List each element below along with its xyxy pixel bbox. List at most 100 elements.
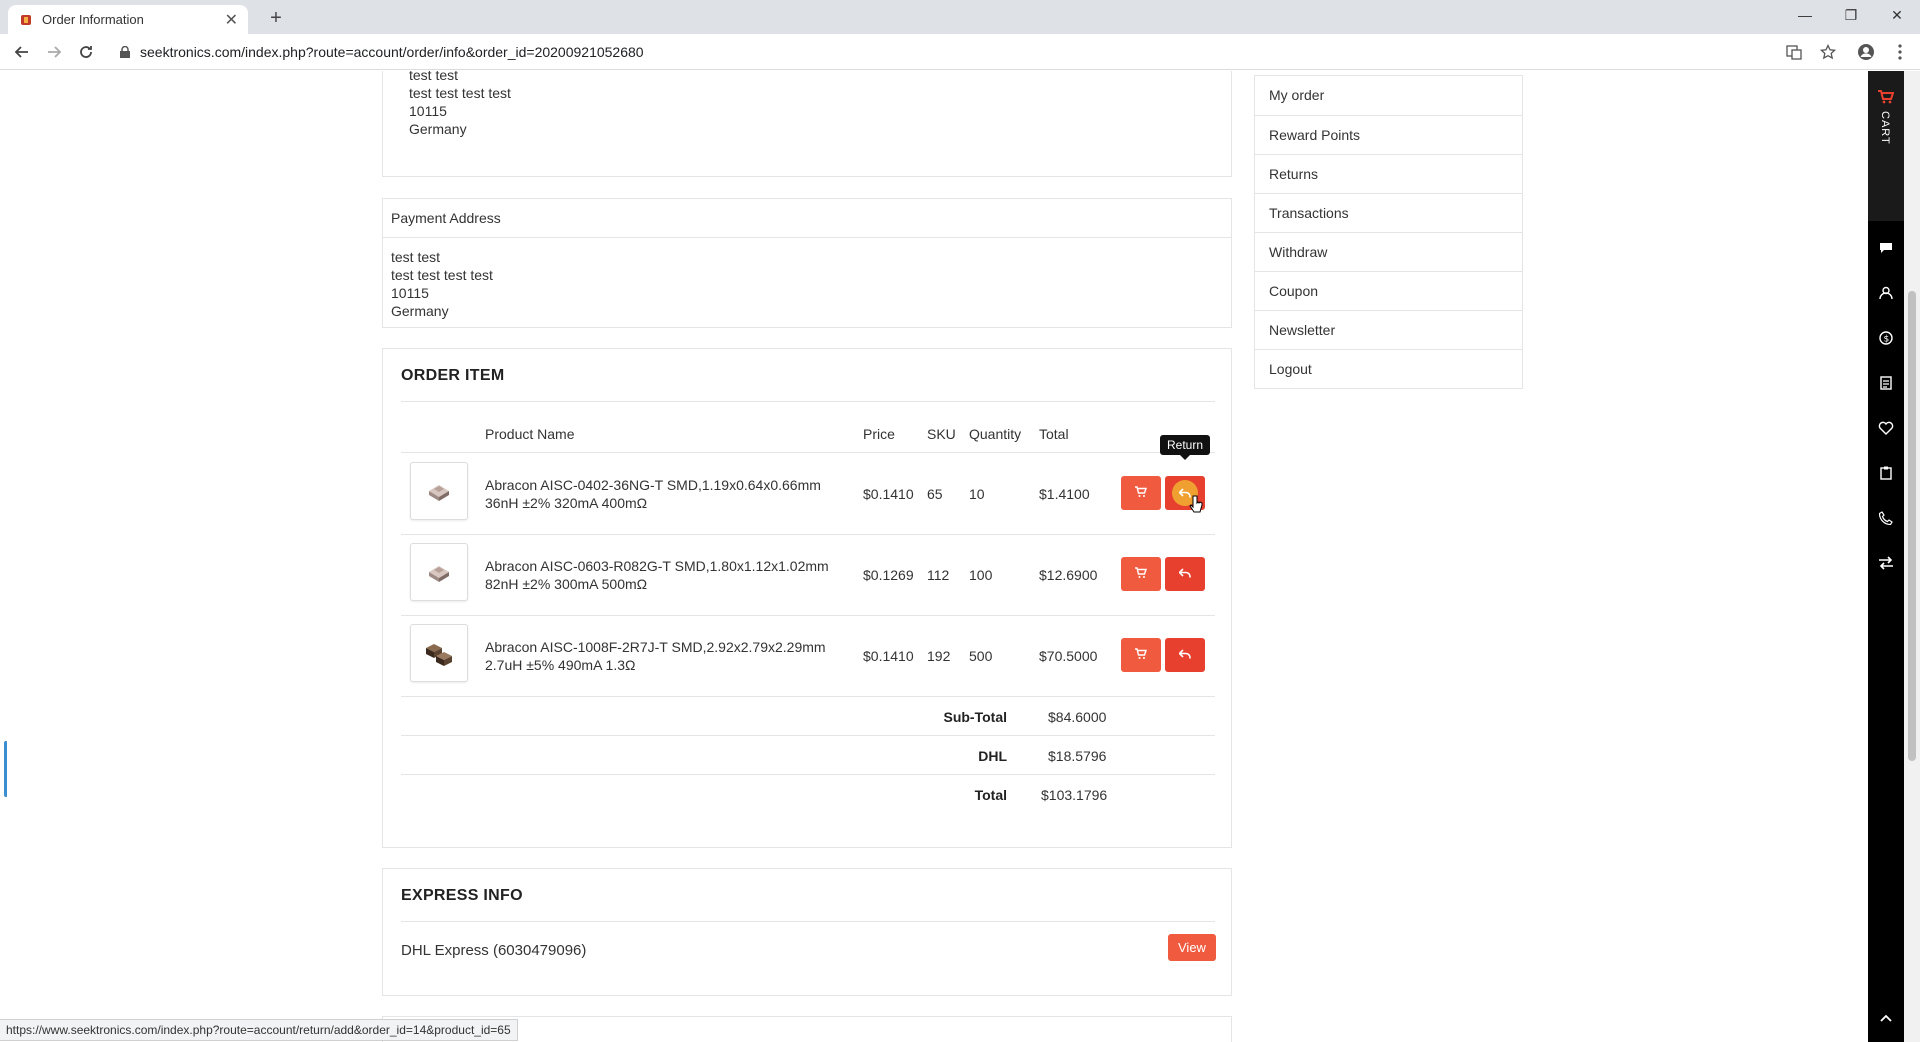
header-total: Total	[1039, 426, 1069, 442]
return-tooltip: Return	[1160, 435, 1211, 460]
browser-tab[interactable]: Order Information ✕	[8, 5, 248, 34]
product-thumbnail[interactable]	[410, 462, 468, 520]
subtotal-value: $84.6000	[1048, 709, 1107, 725]
page-scrollbar[interactable]	[1904, 71, 1920, 1042]
reload-icon[interactable]	[74, 40, 98, 64]
document-icon[interactable]	[1876, 373, 1896, 393]
divider	[401, 696, 1215, 697]
return-arrow-icon	[1178, 647, 1191, 663]
item-price: $0.1410	[863, 486, 914, 502]
header-quantity: Quantity	[969, 426, 1022, 442]
item-total: $70.5000	[1039, 648, 1098, 664]
menu-item-returns[interactable]: Returns	[1255, 154, 1522, 193]
feedback-tab[interactable]	[4, 741, 8, 797]
order-item-panel: ORDER ITEM Product Name Price SKU Quanti…	[382, 348, 1232, 848]
item-total: $1.4100	[1039, 486, 1090, 502]
status-bar-url: https://www.seektronics.com/index.php?ro…	[0, 1019, 518, 1041]
shipping-line-3: Germany	[409, 121, 467, 137]
product-thumbnail[interactable]	[410, 543, 468, 601]
divider	[401, 774, 1215, 775]
product-name[interactable]: Abracon AISC-1008F-2R7J-T SMD,2.92x2.79x…	[485, 638, 826, 674]
menu-item-my-order[interactable]: My order	[1255, 76, 1522, 115]
divider	[401, 452, 1215, 453]
menu-kebab-icon[interactable]	[1888, 40, 1912, 64]
address-bar[interactable]: seektronics.com/index.php?route=account/…	[106, 38, 1846, 66]
account-menu: My order Reward Points Returns Transacti…	[1254, 75, 1523, 389]
divider	[401, 615, 1215, 616]
divider	[401, 921, 1215, 922]
payment-line-3: Germany	[391, 303, 449, 319]
back-to-top-icon[interactable]	[1876, 1008, 1896, 1028]
product-name[interactable]: Abracon AISC-0603-R082G-T SMD,1.80x1.12x…	[485, 557, 829, 593]
browser-toolbar: seektronics.com/index.php?route=account/…	[0, 34, 1920, 70]
side-cart[interactable]: CART	[1868, 71, 1904, 221]
scrollbar-thumb[interactable]	[1908, 291, 1916, 761]
shipping-line-0: test test	[409, 71, 459, 83]
translate-icon[interactable]	[1782, 40, 1806, 64]
user-icon[interactable]	[1876, 283, 1896, 303]
cart-icon	[1135, 647, 1147, 663]
page-content: test test test test test test 10115 Germ…	[0, 71, 1920, 1042]
return-button[interactable]	[1165, 638, 1205, 672]
payment-line-2: 10115	[391, 285, 429, 301]
menu-item-newsletter[interactable]: Newsletter	[1255, 310, 1522, 349]
product-thumbnail[interactable]	[410, 624, 468, 682]
swap-icon[interactable]	[1876, 553, 1896, 573]
total-label: Total	[974, 787, 1007, 803]
forward-icon[interactable]	[42, 40, 66, 64]
view-tracking-button[interactable]: View	[1168, 934, 1216, 961]
item-quantity: 100	[969, 567, 993, 583]
menu-item-reward-points[interactable]: Reward Points	[1255, 115, 1522, 154]
shipping-label: DHL	[978, 748, 1007, 764]
close-window-icon[interactable]: ✕	[1874, 0, 1920, 30]
express-carrier: DHL Express (6030479096)	[401, 942, 587, 959]
cart-icon	[1135, 566, 1147, 582]
minimize-icon[interactable]: —	[1782, 0, 1828, 30]
return-button[interactable]	[1165, 557, 1205, 591]
reorder-button[interactable]	[1121, 638, 1161, 672]
shipping-address-panel: test test test test test test 10115 Germ…	[382, 71, 1232, 177]
url-text: seektronics.com/index.php?route=account/…	[140, 44, 644, 60]
menu-item-transactions[interactable]: Transactions	[1255, 193, 1522, 232]
divider	[401, 735, 1215, 736]
new-tab-icon[interactable]: +	[262, 5, 290, 31]
tab-title: Order Information	[42, 12, 144, 27]
browser-tab-bar: Order Information ✕ + — ❐ ✕	[0, 0, 1920, 34]
cart-icon	[1876, 87, 1896, 107]
phone-icon[interactable]	[1876, 508, 1896, 528]
menu-item-coupon[interactable]: Coupon	[1255, 271, 1522, 310]
side-toolbar: CART $	[1868, 71, 1904, 1042]
divider	[401, 401, 1215, 402]
item-quantity: 500	[969, 648, 993, 664]
cart-icon	[1135, 485, 1147, 501]
item-quantity: 10	[969, 486, 985, 502]
reorder-button[interactable]	[1121, 476, 1161, 510]
menu-item-withdraw[interactable]: Withdraw	[1255, 232, 1522, 271]
header-sku: SKU	[927, 426, 956, 442]
back-icon[interactable]	[10, 40, 34, 64]
menu-item-logout[interactable]: Logout	[1255, 349, 1522, 388]
close-tab-icon[interactable]: ✕	[225, 10, 238, 30]
restore-icon[interactable]: ❐	[1828, 0, 1874, 30]
site-favicon-icon	[18, 12, 34, 28]
mouse-cursor-icon	[1189, 495, 1203, 518]
lock-icon	[120, 46, 130, 58]
item-price: $0.1410	[863, 648, 914, 664]
item-sku: 112	[927, 567, 950, 583]
express-info-title: EXPRESS INFO	[401, 887, 523, 904]
item-sku: 192	[927, 648, 951, 664]
heart-icon[interactable]	[1876, 418, 1896, 438]
clipboard-icon[interactable]	[1876, 463, 1896, 483]
profile-icon[interactable]	[1854, 40, 1878, 64]
payment-line-1: test test test test	[391, 267, 493, 283]
shipping-value: $18.5796	[1048, 748, 1107, 764]
reorder-button[interactable]	[1121, 557, 1161, 591]
chat-icon[interactable]	[1876, 238, 1896, 258]
bookmark-star-icon[interactable]	[1816, 40, 1840, 64]
coin-icon[interactable]: $	[1876, 328, 1896, 348]
product-name[interactable]: Abracon AISC-0402-36NG-T SMD,1.19x0.64x0…	[485, 476, 821, 512]
return-arrow-icon	[1178, 566, 1191, 582]
header-price: Price	[863, 426, 895, 442]
shipping-line-1: test test test test	[409, 85, 511, 101]
cart-label: CART	[1879, 111, 1891, 145]
